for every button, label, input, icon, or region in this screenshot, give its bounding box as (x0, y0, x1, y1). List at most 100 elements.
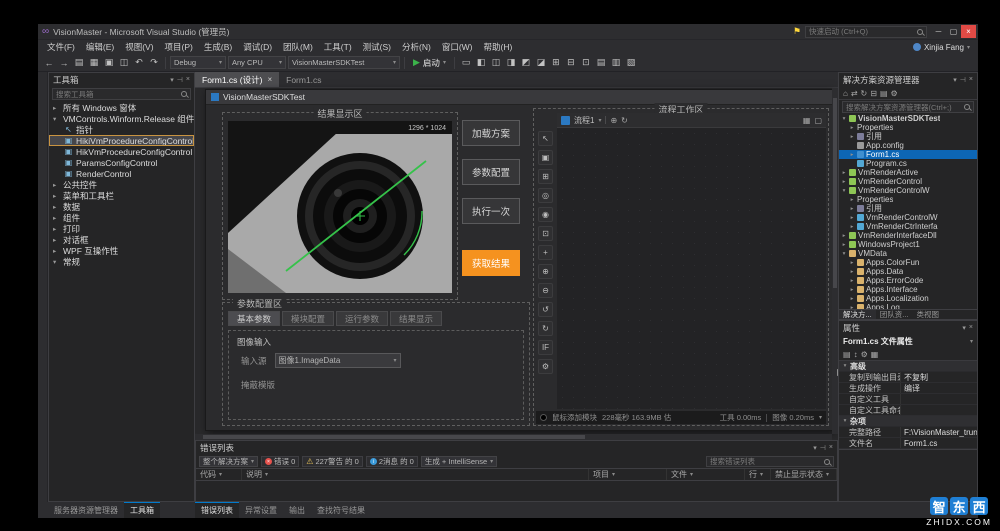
tree-item[interactable]: ▸Properties (839, 123, 977, 132)
notification-flag-icon[interactable]: ⚑ (793, 26, 801, 37)
show-all-files-icon[interactable]: ▤ (880, 89, 888, 98)
error-list-column-header[interactable]: 代码▾ (196, 469, 242, 480)
error-list-column-header[interactable]: 文件▾ (667, 469, 745, 480)
result-image[interactable]: 1296 * 1024 (228, 121, 452, 293)
close-icon[interactable]: × (969, 76, 973, 84)
save-all-icon[interactable]: ◫ (117, 56, 131, 70)
close-button[interactable]: × (961, 25, 976, 38)
toolbox-item[interactable]: ↖指针 (49, 124, 194, 135)
switch-views-icon[interactable]: ⇄ (851, 89, 858, 98)
solution-dock-tab[interactable]: 解决方... (839, 310, 876, 319)
align-bottom-icon[interactable]: ◪ (534, 56, 548, 70)
dock-tab[interactable]: 工具箱 (124, 502, 160, 518)
open-file-icon[interactable]: ▦ (87, 56, 101, 70)
property-row[interactable]: 自定义工具 (839, 394, 977, 405)
menu-item[interactable]: 视图(V) (120, 41, 158, 53)
toolbox-item[interactable]: ▣HikiVmProcedureConfigControl (49, 135, 194, 146)
save-icon[interactable]: ▣ (102, 56, 116, 70)
warnings-toggle[interactable]: ⚠ 227警告 的 0 (302, 456, 363, 467)
properties-icon[interactable]: ⚙ (891, 89, 898, 98)
load-solution-button[interactable]: 加载方案 (462, 120, 520, 146)
vertical-spacing-icon[interactable]: ⊡ (579, 56, 593, 70)
maximize-button[interactable]: ▢ (946, 25, 961, 38)
nav-back-icon[interactable]: ← (42, 56, 56, 70)
menu-item[interactable]: 生成(B) (199, 41, 237, 53)
param-tab[interactable]: 运行参数 (336, 311, 388, 326)
start-debug-button[interactable]: ▶ 启动 ▾ (409, 56, 450, 70)
circle-find-icon[interactable]: ◉ (538, 207, 553, 222)
window-position-icon[interactable]: ▾ (962, 324, 966, 332)
menu-item[interactable]: 调试(D) (238, 41, 277, 53)
execute-once-button[interactable]: 执行一次 (462, 198, 520, 224)
redo-icon[interactable]: ↷ (147, 56, 161, 70)
toolbox-group[interactable]: ▸组件 (49, 212, 194, 223)
property-category[interactable]: ▾高级 (839, 361, 977, 372)
align-left-icon[interactable]: ◧ (474, 56, 488, 70)
toolbox-group[interactable]: ▸打印 (49, 223, 194, 234)
settings-icon[interactable]: ⚙ (538, 359, 553, 374)
tree-item[interactable]: ▾VMData (839, 249, 977, 258)
nav-forward-icon[interactable]: → (57, 56, 71, 70)
param-tab[interactable]: 模块配置 (282, 311, 334, 326)
window-position-icon[interactable]: ▾ (953, 76, 957, 84)
chevron-down-icon[interactable]: ▾ (819, 414, 822, 421)
tree-item[interactable]: ▸VmRenderControl (839, 177, 977, 186)
close-icon[interactable]: × (186, 76, 190, 84)
account-area[interactable]: Xinjia Fang ▾ (913, 43, 978, 52)
tree-item[interactable]: ▸引用 (839, 132, 977, 141)
get-result-button[interactable]: 获取结果 (462, 250, 520, 276)
tree-item[interactable]: ▸Properties (839, 195, 977, 204)
error-list-search-input[interactable]: 搜索错误列表 (706, 456, 834, 467)
undo-icon[interactable]: ↶ (132, 56, 146, 70)
alphabetical-icon[interactable]: ↕ (854, 350, 858, 359)
param-tab[interactable]: 结果显示 (390, 311, 442, 326)
categorized-icon[interactable]: ▤ (843, 350, 851, 359)
tree-item[interactable]: ▸Apps.Interface (839, 285, 977, 294)
toolbox-group[interactable]: ▸对话框 (49, 234, 194, 245)
layout-grid-icon[interactable]: ▧ (624, 56, 638, 70)
minimize-button[interactable]: ─ (931, 25, 946, 38)
error-list-column-header[interactable]: 禁止显示状态▾ (771, 469, 837, 480)
menu-item[interactable]: 项目(P) (160, 41, 198, 53)
toolbox-group[interactable]: ▸所有 Windows 窗体 (49, 102, 194, 113)
add-module-icon[interactable]: ⊕ (610, 116, 617, 125)
param-config-button[interactable]: 参数配置 (462, 159, 520, 185)
property-pages-icon[interactable]: ⚙ (861, 350, 868, 359)
property-row[interactable]: 文件名Form1.cs (839, 438, 977, 449)
window-position-icon[interactable]: ▾ (170, 76, 174, 84)
document-tab[interactable]: Form1.cs (设计)× (195, 72, 279, 87)
toolbox-item[interactable]: ▣ParamsConfigControl (49, 157, 194, 168)
scope-filter-select[interactable]: 整个解决方案▾ (199, 456, 258, 467)
layer-back-icon[interactable]: ▥ (609, 56, 623, 70)
new-file-icon[interactable]: ▤ (72, 56, 86, 70)
tree-item[interactable]: ▸VmRenderCtrInterfa (839, 222, 977, 231)
property-category[interactable]: ▾杂项 (839, 416, 977, 427)
same-size-icon[interactable]: ⊞ (549, 56, 563, 70)
dock-tab[interactable]: 异常设置 (239, 502, 283, 518)
tree-item[interactable]: ▸VmRenderInterfaceDll (839, 231, 977, 240)
undo-icon[interactable]: ↺ (538, 302, 553, 317)
move-icon[interactable]: + (538, 245, 553, 260)
flow-name[interactable]: 流程1 (574, 115, 594, 126)
menu-item[interactable]: 测试(S) (358, 41, 396, 53)
error-list-column-header[interactable]: 说明▾ (242, 469, 589, 480)
error-list-column-header[interactable]: 行▾ (745, 469, 771, 480)
designed-form-window[interactable]: VisionMasterSDKTest 结果显示区 (205, 89, 833, 431)
toolbox-group[interactable]: ▸菜单和工具栏 (49, 190, 194, 201)
solution-explorer-header[interactable]: 解决方案资源管理器 ▾ ⊣ × (839, 73, 977, 87)
zoom-in-icon[interactable]: ⊕ (538, 264, 553, 279)
close-icon[interactable]: × (969, 324, 973, 332)
solution-search-input[interactable]: 搜索解决方案资源管理器(Ctrl+;) (842, 101, 974, 113)
tree-item[interactable]: ▸Apps.ErrorCode (839, 276, 977, 285)
tree-item[interactable]: ▸Apps.Data (839, 267, 977, 276)
redo-icon[interactable]: ↻ (538, 321, 553, 336)
toolbox-group[interactable]: ▸WPF 互操作性 (49, 245, 194, 256)
run-flow-icon[interactable]: ↻ (621, 116, 628, 125)
flow-canvas[interactable] (557, 128, 826, 409)
menu-item[interactable]: 工具(T) (319, 41, 357, 53)
solution-dock-tab[interactable]: 类视图 (913, 310, 944, 319)
menu-item[interactable]: 窗口(W) (437, 41, 478, 53)
toolbox-header[interactable]: 工具箱 ▾ ⊣ × (49, 73, 194, 87)
menu-item[interactable]: 编辑(E) (81, 41, 119, 53)
tree-item[interactable]: ▸VmRenderActive (839, 168, 977, 177)
